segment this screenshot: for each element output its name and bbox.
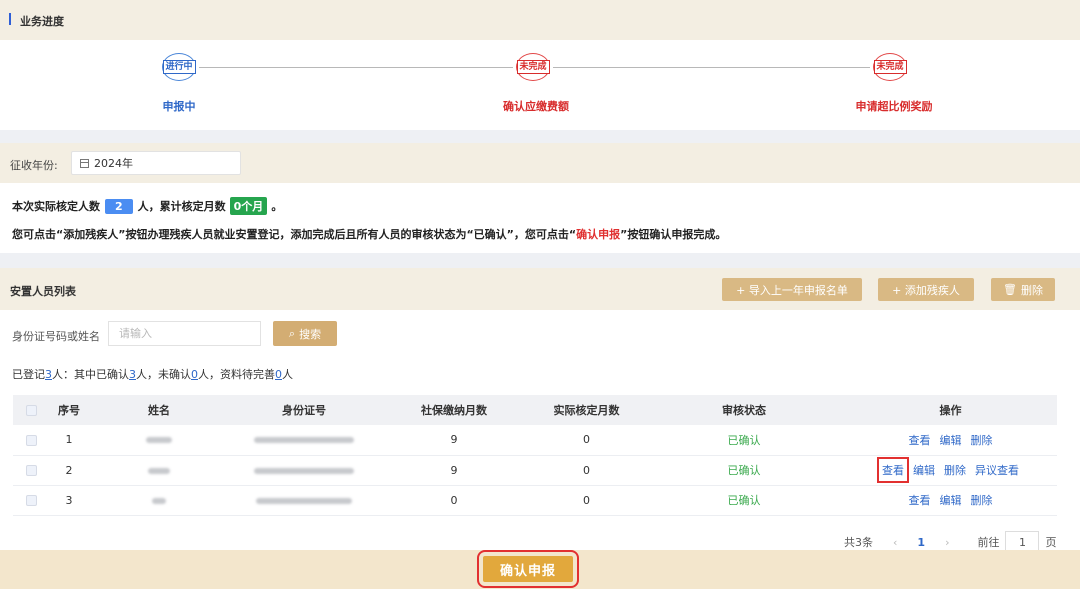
row-id-blurred [229, 485, 379, 516]
row-no: 2 [49, 455, 89, 486]
year-value: 2024年 [94, 157, 133, 170]
step-1-stamp-icon: 进行中 [162, 53, 196, 81]
row-verified-months: 0 [529, 485, 644, 516]
registration-counts: 已登记3人：其中已确认3人，未确认0人，资料待完善0人 [12, 368, 293, 381]
next-page-icon[interactable]: › [945, 536, 949, 549]
view-link[interactable]: 查看 [909, 492, 931, 508]
calendar-icon [80, 158, 89, 168]
row-id-blurred [229, 425, 379, 456]
year-picker[interactable]: 2024年 [71, 151, 241, 175]
header-status: 审核状态 [644, 395, 844, 425]
header-verified-months: 实际核定月数 [529, 395, 644, 425]
row-name-blurred [89, 455, 229, 486]
search-button[interactable]: ⌕ 搜索 [273, 321, 337, 346]
summary-panel [0, 183, 1080, 253]
row-name-blurred [89, 425, 229, 456]
table-row: 3 0 0 已确认 查看 编辑 删除 [13, 485, 1057, 516]
row-checkbox[interactable] [13, 455, 49, 486]
step-1-label: 申报中 [162, 100, 196, 113]
row-social-months: 0 [379, 485, 529, 516]
table-row: 2 9 0 已确认 查看 编辑 删除 异议查看 [13, 455, 1057, 486]
progress-line-2 [553, 67, 870, 68]
personnel-table: 序号 姓名 身份证号 社保缴纳月数 实际核定月数 审核状态 操作 1 9 0 已… [13, 395, 1057, 516]
row-actions: 查看 编辑 删除 [844, 485, 1057, 516]
row-verified-months: 0 [529, 425, 644, 456]
objection-view-link[interactable]: 异议查看 [975, 462, 1019, 478]
row-verified-months: 0 [529, 455, 644, 486]
progress-title: 业务进度 [20, 15, 64, 28]
row-no: 3 [49, 485, 89, 516]
row-no: 1 [49, 425, 89, 456]
edit-link[interactable]: 编辑 [913, 462, 935, 478]
select-all-checkbox[interactable] [13, 395, 49, 425]
row-name-blurred [89, 485, 229, 516]
search-icon: ⌕ [288, 326, 296, 340]
list-title: 安置人员列表 [10, 285, 76, 298]
row-actions: 查看 编辑 删除 异议查看 [844, 455, 1057, 486]
registered-count-link[interactable]: 3 [45, 368, 52, 381]
header-id: 身份证号 [229, 395, 379, 425]
progress-header: 业务进度 [0, 0, 1080, 40]
row-actions: 查看 编辑 删除 [844, 425, 1057, 456]
search-input[interactable] [108, 321, 261, 346]
row-social-months: 9 [379, 425, 529, 456]
accent-bar [9, 13, 11, 25]
confirm-declaration-button[interactable]: 确认申报 [477, 550, 579, 588]
table-header-row: 序号 姓名 身份证号 社保缴纳月数 实际核定月数 审核状态 操作 [13, 395, 1057, 425]
page-unit: 页 [1045, 536, 1057, 549]
header-actions: 操作 [844, 395, 1057, 425]
incomplete-count-link[interactable]: 0 [275, 368, 282, 381]
delete-link[interactable]: 删除 [944, 462, 966, 478]
import-last-year-button[interactable]: + 导入上一年申报名单 [722, 278, 862, 301]
row-checkbox[interactable] [13, 425, 49, 456]
view-link[interactable]: 查看 [909, 432, 931, 448]
view-link-highlighted[interactable]: 查看 [877, 457, 909, 483]
months-badge: 0个月 [229, 197, 268, 215]
goto-label: 前往 [977, 536, 1000, 549]
search-label: 身份证号码或姓名 [12, 330, 100, 343]
row-status: 已确认 [644, 425, 844, 456]
edit-link[interactable]: 编辑 [940, 492, 962, 508]
header-no: 序号 [49, 395, 89, 425]
row-status: 已确认 [644, 485, 844, 516]
current-page[interactable]: 1 [917, 536, 925, 549]
step-3-stamp-icon: 未完成 [873, 53, 907, 81]
progress-line-1 [199, 67, 513, 68]
header-social-months: 社保缴纳月数 [379, 395, 529, 425]
hint-line: 您可点击“添加残疾人”按钮办理残疾人员就业安置登记，添加完成后且所有人员的审核状… [12, 228, 727, 241]
delete-button[interactable]: 🗑 删除 [991, 278, 1055, 301]
step-2-label: 确认应缴费额 [503, 100, 569, 113]
step-2-stamp-icon: 未完成 [516, 53, 550, 81]
table-row: 1 9 0 已确认 查看 编辑 删除 [13, 425, 1057, 456]
delete-link[interactable]: 删除 [971, 432, 993, 448]
header-name: 姓名 [89, 395, 229, 425]
row-checkbox[interactable] [13, 485, 49, 516]
count-badge: 2 [105, 198, 133, 214]
hint-emphasis: 确认申报 [576, 228, 621, 241]
total-count: 共3条 [844, 536, 873, 549]
delete-link[interactable]: 删除 [971, 492, 993, 508]
year-label: 征收年份: [10, 159, 58, 172]
add-disabled-person-button[interactable]: + 添加残疾人 [878, 278, 974, 301]
unconfirmed-count-link[interactable]: 0 [191, 368, 198, 381]
row-id-blurred [229, 455, 379, 486]
trash-icon: 🗑 [1003, 283, 1017, 296]
step-3-label: 申请超比例奖励 [855, 100, 933, 113]
row-social-months: 9 [379, 455, 529, 486]
confirmed-count-link[interactable]: 3 [129, 368, 136, 381]
edit-link[interactable]: 编辑 [940, 432, 962, 448]
summary-line: 本次实际核定人数 2 人，累计核定月数 0个月 。 [12, 197, 282, 215]
prev-page-icon[interactable]: ‹ [893, 536, 897, 549]
row-status: 已确认 [644, 455, 844, 486]
